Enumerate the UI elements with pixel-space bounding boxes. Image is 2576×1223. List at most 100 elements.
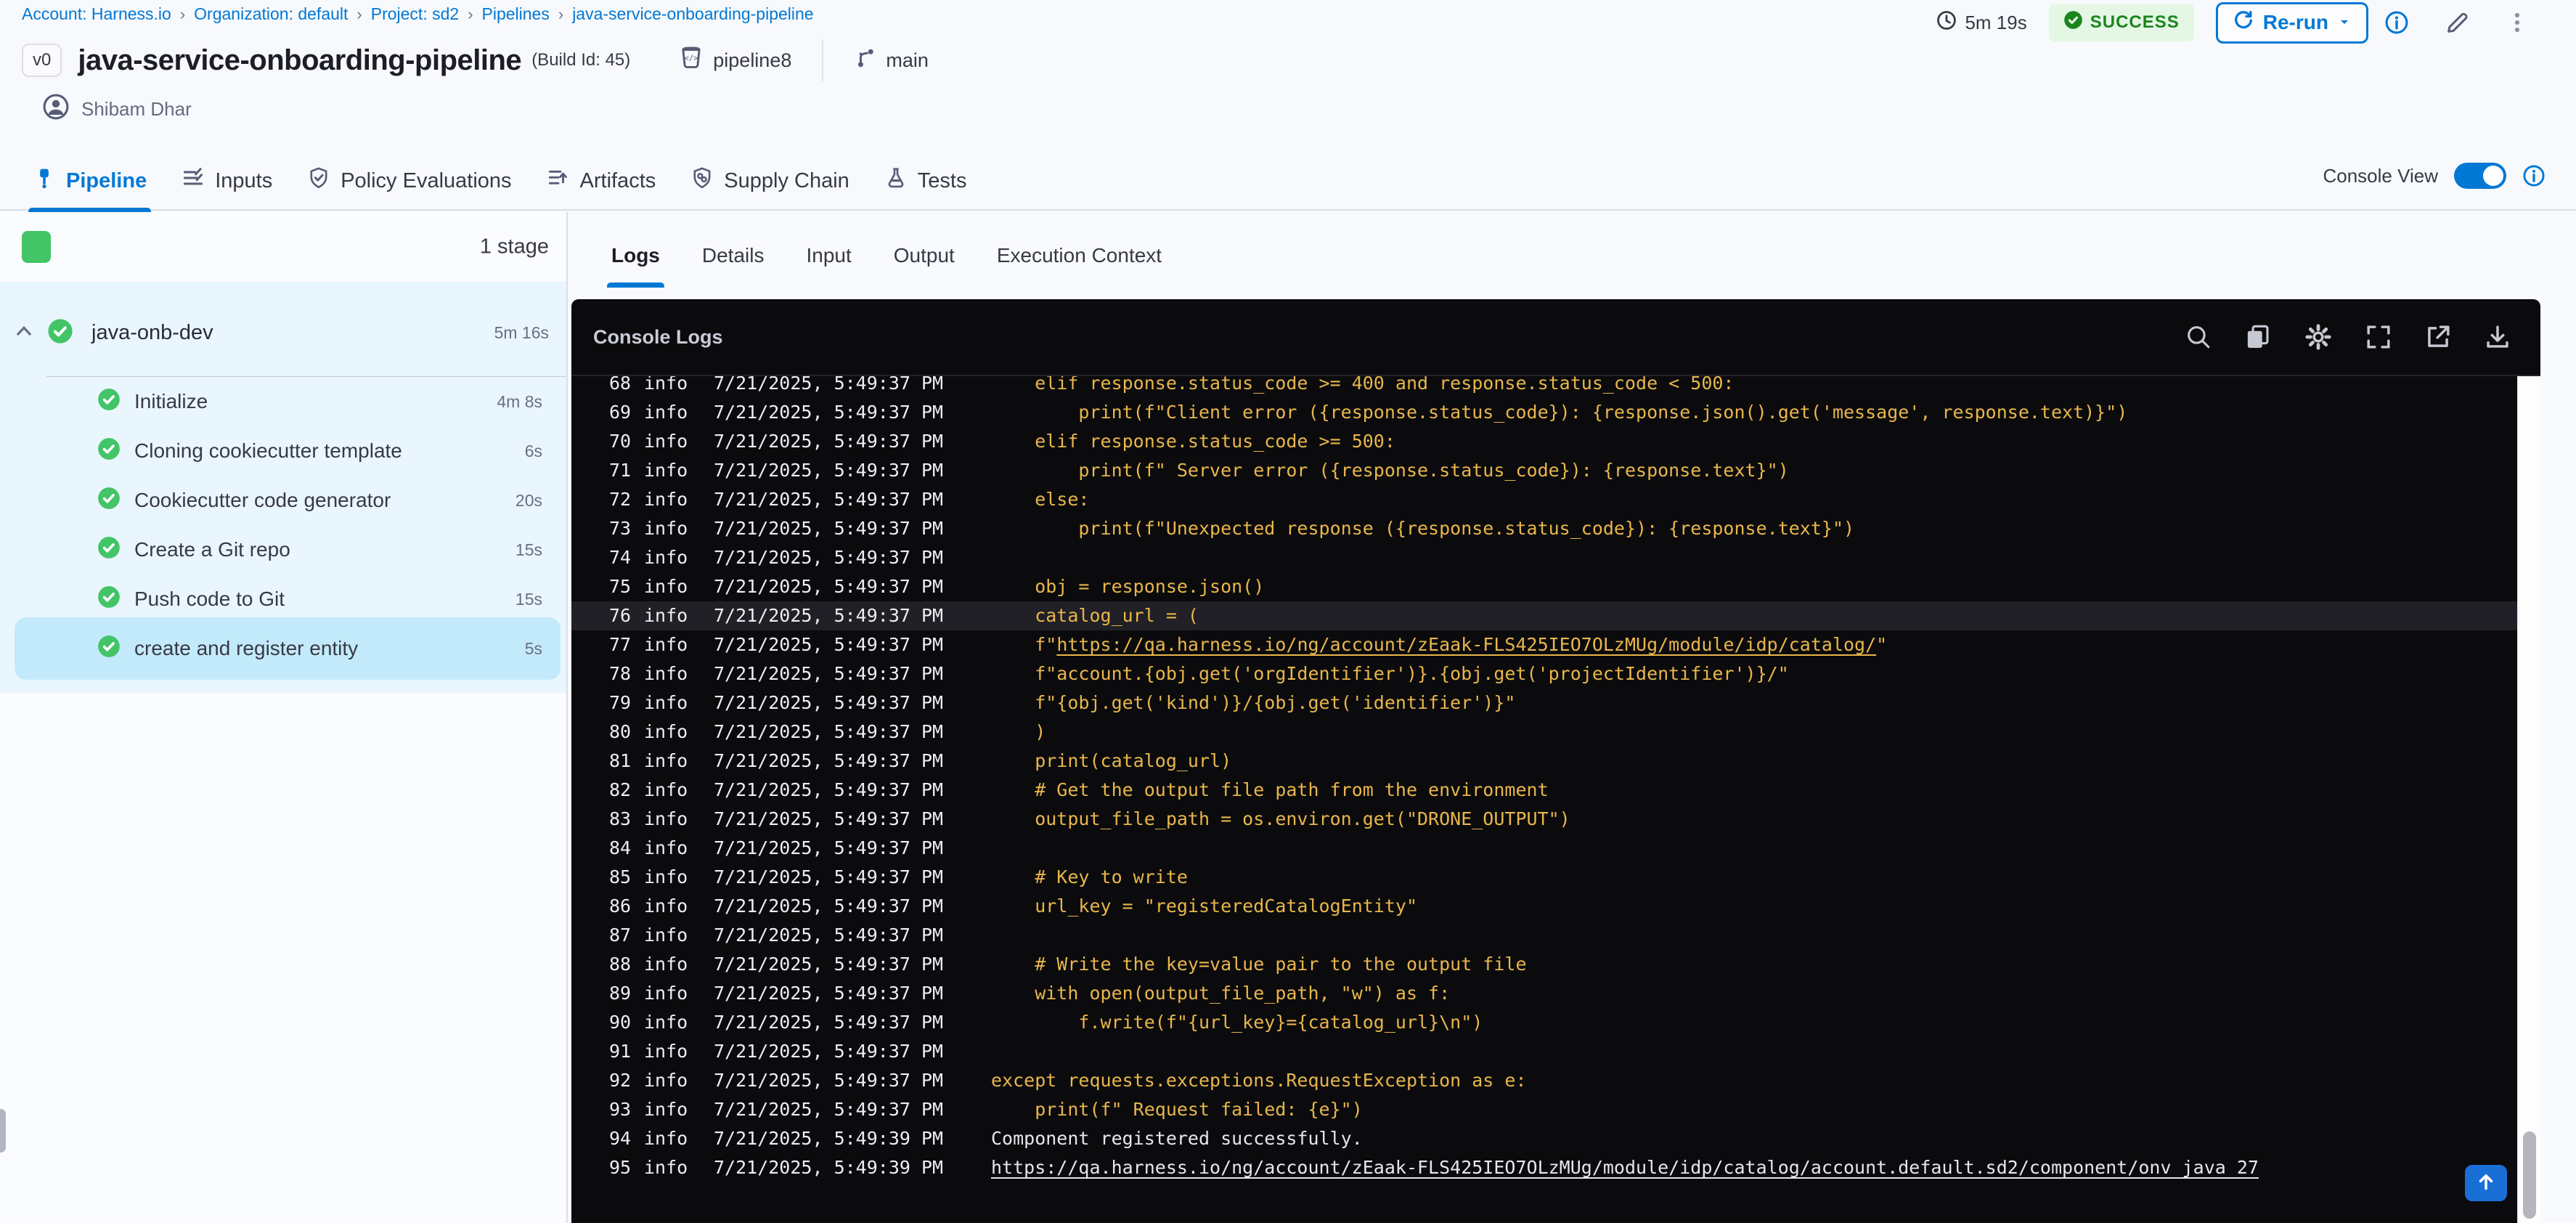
log-timestamp: 7/21/2025, 5:49:37 PM bbox=[714, 518, 944, 539]
log-line-number: 77 bbox=[609, 634, 632, 655]
stage-name: java-onb-dev bbox=[91, 320, 213, 344]
inputs-icon bbox=[182, 166, 205, 195]
fullscreen-icon[interactable] bbox=[2365, 322, 2392, 352]
log-line-number: 86 bbox=[609, 895, 632, 917]
log-message: with open(output_file_path, "w") as f: bbox=[991, 979, 2517, 1008]
breadcrumb-link[interactable]: java-service-onboarding-pipeline bbox=[572, 4, 813, 24]
console-header: Console Logs bbox=[571, 299, 2540, 376]
tab-tests[interactable]: Tests bbox=[884, 166, 966, 195]
console-view-toggle[interactable] bbox=[2454, 163, 2506, 189]
step-list: Initialize 4m 8s Cloning cookiecutter te… bbox=[0, 377, 566, 680]
scrollbar-thumb[interactable] bbox=[2523, 1131, 2536, 1219]
log-line-number: 69 bbox=[609, 402, 632, 423]
log-message: obj = response.json() bbox=[991, 572, 2517, 601]
sidebar-step[interactable]: create and register entity 5s bbox=[0, 617, 566, 680]
log-line-number: 89 bbox=[609, 983, 632, 1004]
log-message: print(f"Unexpected response ({response.s… bbox=[991, 514, 2517, 543]
settings-icon[interactable] bbox=[2304, 322, 2333, 352]
divider bbox=[822, 39, 824, 81]
log-text: print(f"Unexpected response ({response.s… bbox=[991, 518, 1855, 539]
log-line: 70 info 7/21/2025, 5:49:37 PM elif respons… bbox=[571, 427, 2517, 456]
log-message bbox=[991, 1037, 2517, 1066]
arrow-up-icon bbox=[2475, 1171, 2497, 1196]
kebab-menu-icon[interactable] bbox=[2505, 10, 2530, 35]
log-text: elif response.status_code >= 400 and res… bbox=[991, 376, 1735, 394]
log-message: # Write the key=value pair to the output… bbox=[991, 950, 2517, 979]
branch-ref[interactable]: main bbox=[854, 46, 929, 75]
copy-icon[interactable] bbox=[2244, 322, 2272, 352]
execution-duration: 5m 19s bbox=[1936, 9, 2027, 36]
log-timestamp: 7/21/2025, 5:49:39 PM bbox=[714, 1128, 944, 1149]
search-icon[interactable] bbox=[2185, 322, 2212, 352]
scroll-to-top-button[interactable] bbox=[2465, 1165, 2507, 1201]
stage-row[interactable]: java-onb-dev 5m 16s bbox=[0, 282, 566, 376]
sidebar-step[interactable]: Push code to Git 15s bbox=[0, 574, 566, 624]
log-line: 78 info 7/21/2025, 5:49:37 PM f"account.{o… bbox=[571, 659, 2517, 688]
log-level: info bbox=[644, 750, 688, 771]
log-level: info bbox=[644, 634, 688, 655]
log-line-number: 84 bbox=[609, 837, 632, 858]
log-text: # Get the output file path from the envi… bbox=[991, 779, 1549, 800]
tab-supply-chain[interactable]: Supply Chain bbox=[690, 166, 849, 195]
log-line: 95 info 7/21/2025, 5:49:39 PM https://qa.ha… bbox=[571, 1153, 2517, 1182]
detail-tab-logs[interactable]: Logs bbox=[607, 244, 664, 288]
detail-tab-input[interactable]: Input bbox=[806, 244, 851, 267]
sidebar-step[interactable]: Create a Git repo 15s bbox=[0, 525, 566, 574]
log-message bbox=[991, 543, 2517, 572]
sidebar-step[interactable]: Cloning cookiecutter template 6s bbox=[0, 426, 566, 476]
log-timestamp: 7/21/2025, 5:49:37 PM bbox=[714, 779, 944, 800]
console-toolbar bbox=[2185, 322, 2511, 352]
breadcrumb-link[interactable]: Project: sd2 bbox=[371, 4, 459, 24]
log-level: info bbox=[644, 605, 688, 626]
detail-tab-execution-context[interactable]: Execution Context bbox=[997, 244, 1162, 267]
pipeline-ref[interactable]: </> pipeline8 bbox=[678, 45, 791, 76]
breadcrumb-link[interactable]: Organization: default bbox=[194, 4, 348, 24]
open-in-new-icon[interactable] bbox=[2424, 322, 2452, 352]
breadcrumb-link[interactable]: Pipelines bbox=[482, 4, 550, 24]
log-level: info bbox=[644, 1070, 688, 1091]
log-line-number: 82 bbox=[609, 779, 632, 800]
log-message: elif response.status_code >= 500: bbox=[991, 427, 2517, 456]
status-badge: SUCCESS bbox=[2048, 4, 2194, 41]
log-message: print(f" Request failed: {e}") bbox=[991, 1095, 2517, 1124]
download-icon[interactable] bbox=[2484, 322, 2511, 352]
log-level: info bbox=[644, 460, 688, 481]
log-line-number: 80 bbox=[609, 721, 632, 742]
log-line: 86 info 7/21/2025, 5:49:37 PM url_key = "r… bbox=[571, 892, 2517, 921]
log-line-number: 85 bbox=[609, 866, 632, 887]
rerun-button[interactable]: Re-run bbox=[2215, 1, 2368, 44]
log-timestamp: 7/21/2025, 5:49:37 PM bbox=[714, 547, 944, 568]
sidebar-step[interactable]: Initialize 4m 8s bbox=[0, 377, 566, 426]
step-duration: 4m 8s bbox=[497, 391, 542, 411]
log-scroll-area[interactable]: 68 info 7/21/2025, 5:49:37 PM elif respons… bbox=[571, 376, 2517, 1223]
log-message: catalog_url = ( bbox=[991, 601, 2517, 630]
log-text: ) bbox=[991, 721, 1046, 742]
log-text: catalog_url = ( bbox=[991, 605, 1199, 626]
console-scrollbar[interactable] bbox=[2517, 376, 2540, 1223]
policy-shield-icon bbox=[307, 166, 330, 195]
step-name: create and register entity bbox=[134, 637, 359, 659]
breadcrumb-link[interactable]: Account: Harness.io bbox=[22, 4, 171, 24]
repository-icon: </> bbox=[678, 45, 704, 76]
info-icon[interactable] bbox=[2522, 164, 2546, 187]
tab-pipeline[interactable]: Pipeline bbox=[28, 166, 152, 213]
sidebar-step[interactable]: Cookiecutter code generator 20s bbox=[0, 476, 566, 525]
log-text: f" bbox=[991, 634, 1057, 655]
detail-tab-details[interactable]: Details bbox=[702, 244, 765, 267]
log-message: print(f" Server error ({response.status_… bbox=[991, 456, 2517, 485]
chevron-up-icon[interactable] bbox=[13, 320, 35, 346]
tab-artifacts[interactable]: Artifacts bbox=[547, 166, 656, 195]
log-line-number: 92 bbox=[609, 1070, 632, 1091]
edit-pencil-icon[interactable] bbox=[2444, 9, 2470, 36]
info-icon[interactable] bbox=[2384, 10, 2409, 35]
tab-policy-evaluations[interactable]: Policy Evaluations bbox=[307, 166, 512, 195]
sidebar-scroll-handle[interactable] bbox=[0, 1109, 6, 1153]
log-level: info bbox=[644, 1128, 688, 1149]
log-link[interactable]: https://qa.harness.io/ng/account/zEaak-F… bbox=[991, 1157, 2259, 1178]
tab-label: Pipeline bbox=[66, 168, 147, 192]
log-link[interactable]: https://qa.harness.io/ng/account/zEaak-F… bbox=[1056, 634, 1876, 655]
detail-tab-output[interactable]: Output bbox=[894, 244, 955, 267]
tab-inputs[interactable]: Inputs bbox=[182, 166, 272, 195]
log-text: Component registered successfully. bbox=[991, 1128, 1363, 1149]
owner-name: Shibam Dhar bbox=[81, 98, 192, 120]
